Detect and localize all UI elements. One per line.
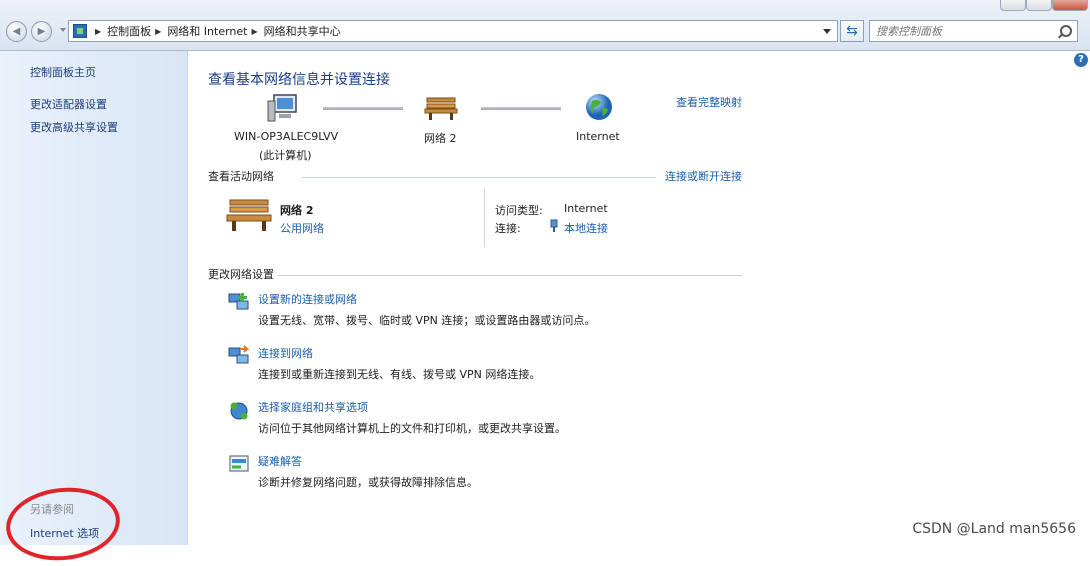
map-connector [481,107,561,110]
search-box[interactable] [869,20,1078,42]
sidebar: 控制面板主页 更改适配器设置 更改高级共享设置 另请参阅 Internet 选项 [0,51,188,545]
view-full-map-link[interactable]: 查看完整映射 [676,94,742,110]
task-connect-network: 连接到网络 连接到或重新连接到无线、有线、拨号或 VPN 网络连接。 [228,345,748,385]
sidebar-item-advanced-sharing[interactable]: 更改高级共享设置 [30,119,118,135]
forward-button[interactable]: ▶ [31,21,52,42]
connection-label: 连接: [495,222,521,235]
section-divider [302,177,656,178]
access-type-value: Internet [564,202,608,215]
main-content: ? 查看基本网络信息并设置连接 查看完整映射 WIN-OP3ALEC9LVV (… [188,51,1090,545]
troubleshoot-desc: 诊断并修复网络问题，或获得故障排除信息。 [258,476,478,489]
bench-icon[interactable] [424,95,458,121]
address-bar[interactable]: ▶ 控制面板 ▶ 网络和 Internet ▶ 网络和共享中心 [68,20,838,42]
close-button[interactable] [1052,0,1088,11]
active-networks-heading: 查看活动网络 [208,170,274,183]
back-button[interactable]: ◀ [6,21,27,42]
troubleshoot-link[interactable]: 疑难解答 [258,453,302,469]
access-type-label: 访问类型: [495,204,543,217]
task-troubleshoot: 疑难解答 诊断并修复网络问题，或获得故障排除信息。 [228,453,748,493]
map-node-computer-sublabel: (此计算机) [259,149,312,162]
connect-network-icon [228,345,250,364]
homegroup-icon [230,402,248,420]
task-homegroup-sharing: 选择家庭组和共享选项 访问位于其他网络计算机上的文件和打印机，或更改共享设置。 [228,399,748,439]
homegroup-sharing-desc: 访问位于其他网络计算机上的文件和打印机，或更改共享设置。 [258,422,566,435]
control-panel-icon [73,24,87,38]
back-arrow-icon: ◀ [12,26,21,37]
help-icon[interactable]: ? [1074,53,1088,67]
page-title: 查看基本网络信息并设置连接 [208,72,390,88]
minimize-button[interactable] [1000,0,1026,11]
breadcrumb-separator-icon[interactable]: ▶ [155,27,161,36]
setup-connection-desc: 设置无线、宽带、拨号、临时或 VPN 连接；或设置路由器或访问点。 [258,314,596,327]
homegroup-sharing-link[interactable]: 选择家庭组和共享选项 [258,399,368,415]
refresh-button[interactable]: ⇆ [840,20,864,42]
sidebar-item-adapter-settings[interactable]: 更改适配器设置 [30,96,107,112]
active-network-name: 网络 2 [280,204,314,217]
globe-icon[interactable] [584,92,614,122]
breadcrumb-network-internet[interactable]: 网络和 Internet [167,23,247,39]
connect-or-disconnect-link[interactable]: 连接或断开连接 [665,168,742,184]
map-node-computer-label: WIN-OP3ALEC9LVV [234,130,339,143]
search-icon[interactable] [1060,25,1072,37]
breadcrumb-control-panel[interactable]: 控制面板 [107,23,151,39]
computer-icon[interactable] [266,93,298,123]
watermark: CSDN @Land man5656 [912,521,1076,537]
breadcrumb-network-sharing-center[interactable]: 网络和共享中心 [264,23,341,39]
connect-network-desc: 连接到或重新连接到无线、有线、拨号或 VPN 网络连接。 [258,368,541,381]
sidebar-item-control-panel-home[interactable]: 控制面板主页 [30,64,96,80]
forward-arrow-icon: ▶ [37,26,46,37]
setup-connection-link[interactable]: 设置新的连接或网络 [258,291,357,307]
setup-connection-icon [228,293,249,310]
map-node-internet-label: Internet [576,130,620,143]
change-settings-heading: 更改网络设置 [208,268,274,281]
maximize-button[interactable] [1026,0,1052,11]
search-input[interactable] [876,22,1056,40]
history-dropdown-icon[interactable] [60,28,66,32]
section-divider [278,275,742,276]
local-connection-link[interactable]: 本地连接 [564,220,608,236]
vertical-divider [484,189,485,247]
connect-network-link[interactable]: 连接到网络 [258,345,313,361]
troubleshoot-icon [229,455,249,472]
task-setup-connection: 设置新的连接或网络 设置无线、宽带、拨号、临时或 VPN 连接；或设置路由器或访… [228,291,748,331]
refresh-icon: ⇆ [846,23,858,39]
network-type-link[interactable]: 公用网络 [280,220,324,236]
address-dropdown-icon[interactable] [823,29,831,34]
navigation-bar: ◀ ▶ ▶ 控制面板 ▶ 网络和 Internet ▶ 网络和共享中心 ⇆ [0,0,1090,51]
breadcrumb-separator-icon[interactable]: ▶ [95,27,101,36]
map-node-network-label: 网络 2 [424,132,457,145]
map-connector [323,107,403,110]
ethernet-icon [550,219,558,232]
bench-icon [226,199,272,231]
breadcrumb-separator-icon[interactable]: ▶ [252,27,258,36]
